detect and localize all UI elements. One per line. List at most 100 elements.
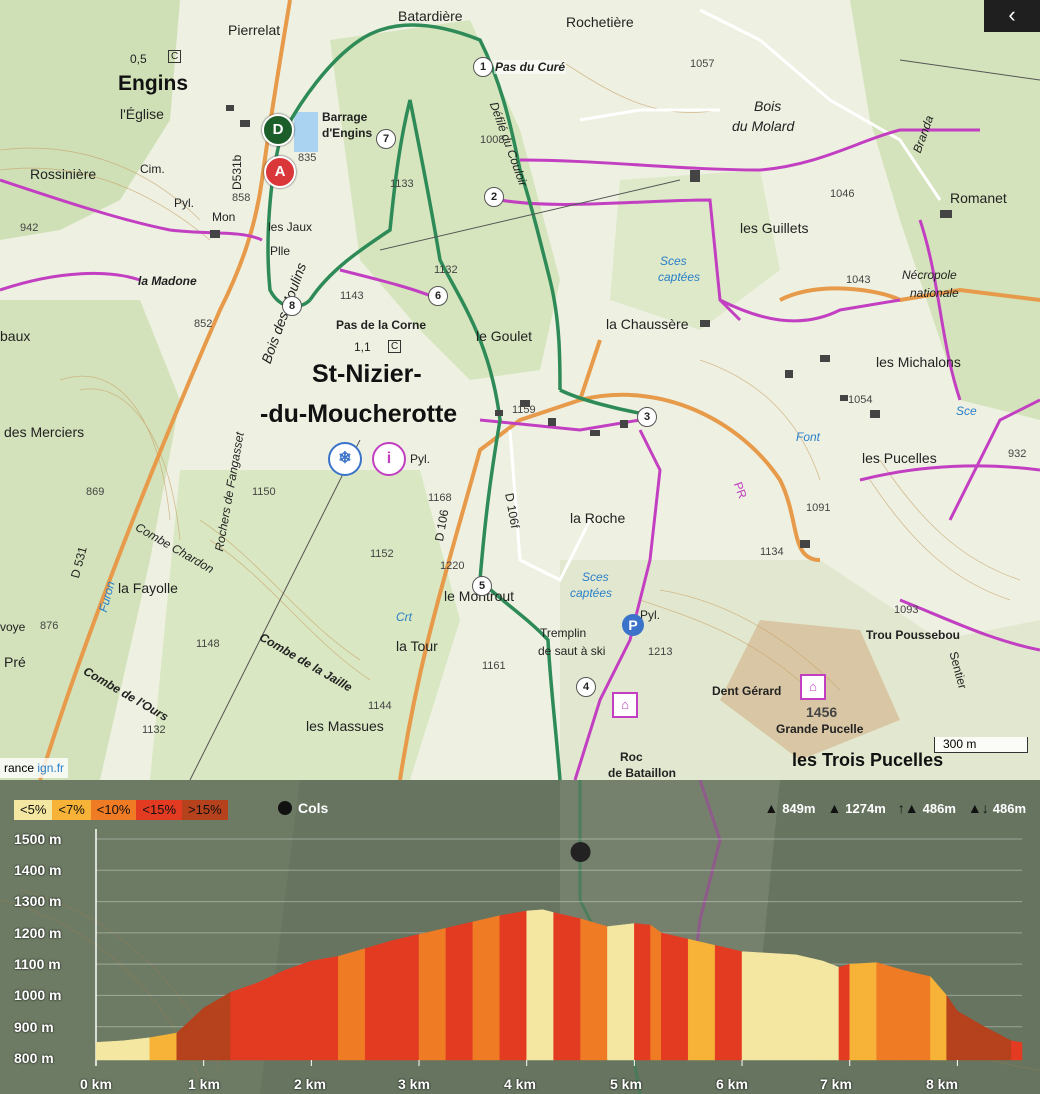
profile-segment[interactable] xyxy=(661,932,689,1061)
stat-value: 849m xyxy=(782,800,816,816)
elevation-chart[interactable] xyxy=(0,780,1040,1094)
profile-segment[interactable] xyxy=(553,912,581,1061)
y-tick-label: 1100 m xyxy=(14,956,61,972)
place-sces-captees-2a: Sces xyxy=(582,570,609,584)
profile-segment[interactable] xyxy=(230,982,258,1061)
waypoint-3[interactable]: 3 xyxy=(637,407,657,427)
profile-segment[interactable] xyxy=(687,938,716,1061)
profile-segment[interactable] xyxy=(957,1010,985,1061)
stat-value: 486m xyxy=(922,800,956,816)
finish-marker[interactable]: A xyxy=(264,156,296,188)
place-necropole-1: Nécropole xyxy=(902,268,957,282)
profile-segment[interactable] xyxy=(445,921,474,1061)
profile-segment[interactable] xyxy=(95,1040,124,1061)
back-button[interactable]: ‹ xyxy=(984,0,1040,32)
cols-legend: Cols xyxy=(278,800,328,816)
min-altitude-icon: ▲ xyxy=(764,800,779,816)
place-voye: voye xyxy=(0,620,26,634)
altitude: 1152 xyxy=(370,548,394,560)
profile-segment[interactable] xyxy=(499,910,527,1061)
scale-bar: 300 m xyxy=(934,737,1028,753)
col-dot-icon xyxy=(278,801,292,815)
profile-segment[interactable] xyxy=(338,948,366,1061)
profile-segment[interactable] xyxy=(822,960,840,1061)
profile-segment[interactable] xyxy=(418,927,447,1061)
waypoint-4[interactable]: 4 xyxy=(576,677,596,697)
profile-segment[interactable] xyxy=(580,918,608,1061)
place-eglise: l'Église xyxy=(120,106,164,122)
place-la-madone: la Madone xyxy=(138,274,197,288)
stat-value: 486m xyxy=(992,800,1026,816)
profile-segment[interactable] xyxy=(257,970,285,1061)
profile-segment[interactable] xyxy=(650,924,662,1061)
profile-segment[interactable] xyxy=(795,954,824,1061)
topographic-map[interactable]: Engins Pierrelat Batardière Rochetière P… xyxy=(0,0,1040,780)
app-root: Engins Pierrelat Batardière Rochetière P… xyxy=(0,0,1040,1094)
profile-segment[interactable] xyxy=(984,1026,1012,1061)
elevation-profile[interactable]: <5% <7% <10% <15% >15% Cols ▲ 849m ▲ 1274m… xyxy=(0,780,1040,1094)
summit-icon[interactable]: ⌂ xyxy=(800,674,826,700)
profile-segment[interactable] xyxy=(741,951,770,1061)
altitude: 1213 xyxy=(648,646,673,658)
waypoint-1[interactable]: 1 xyxy=(473,57,493,77)
profile-segment[interactable] xyxy=(311,956,339,1061)
place-st-nizier-line1: St-Nizier- xyxy=(312,360,422,388)
altitude: 835 xyxy=(298,152,317,164)
place-bois-du-molard-2: du Molard xyxy=(732,118,795,134)
waypoint-7[interactable]: 7 xyxy=(376,129,396,149)
place-cim-1: Cim. xyxy=(140,162,165,176)
profile-segment[interactable] xyxy=(472,915,501,1061)
profile-segment[interactable] xyxy=(607,923,635,1061)
place-crt: Crt xyxy=(396,610,412,624)
profile-segment[interactable] xyxy=(876,962,904,1061)
profile-segment[interactable] xyxy=(149,1032,178,1061)
ski-resort-icon[interactable]: ❄ xyxy=(328,442,362,476)
place-sces-captees-1a: Sces xyxy=(660,254,687,268)
place-rossiniere: Rossinière xyxy=(30,166,97,182)
place-le-goulet: le Goulet xyxy=(476,328,533,344)
ascent-icon: ↑▲ xyxy=(897,800,919,816)
profile-segment[interactable] xyxy=(903,970,931,1061)
profile-segment[interactable] xyxy=(176,1007,204,1061)
profile-segment[interactable] xyxy=(364,940,393,1061)
profile-segment[interactable] xyxy=(203,991,231,1061)
profile-segment[interactable] xyxy=(1010,1040,1023,1061)
attribution-prefix: rance xyxy=(4,761,38,775)
waypoint-8[interactable]: 8 xyxy=(282,296,302,316)
y-tick-label: 1500 m xyxy=(14,831,62,847)
altitude: 932 xyxy=(1008,448,1027,460)
place-trou-poussebou: Trou Poussebou xyxy=(866,628,961,642)
profile-segment[interactable] xyxy=(122,1037,151,1061)
cols-label: Cols xyxy=(298,800,329,816)
stat-max-altitude: ▲ 1274m xyxy=(827,800,885,816)
place-pyl-1: Pyl. xyxy=(174,196,195,210)
profile-segment[interactable] xyxy=(930,975,947,1061)
profile-segment[interactable] xyxy=(946,994,958,1061)
viewpoint-icon[interactable]: ⌂ xyxy=(612,692,638,718)
profile-segment[interactable] xyxy=(542,909,554,1061)
waypoint-2[interactable]: 2 xyxy=(484,187,504,207)
tourist-info-icon[interactable]: i xyxy=(372,442,406,476)
altitude: 1143 xyxy=(340,290,364,302)
profile-segment[interactable] xyxy=(838,963,850,1061)
profile-segment[interactable] xyxy=(714,945,743,1061)
start-marker[interactable]: D xyxy=(262,114,294,146)
profile-segment[interactable] xyxy=(634,923,651,1061)
profile-segment[interactable] xyxy=(768,952,797,1061)
col-marker[interactable] xyxy=(570,842,591,862)
waypoint-6[interactable]: 6 xyxy=(428,286,448,306)
profile-segment[interactable] xyxy=(284,960,312,1061)
attribution-link[interactable]: ign.fr xyxy=(37,761,64,775)
place-les-michalons: les Michalons xyxy=(876,354,961,370)
place-font: Font xyxy=(796,430,821,444)
legend-item-gt15: >15% xyxy=(182,800,228,820)
place-la-fayolle: la Fayolle xyxy=(118,580,178,596)
parking-icon[interactable]: P xyxy=(622,614,644,636)
altitude: 1046 xyxy=(830,188,855,200)
profile-segment[interactable] xyxy=(849,962,877,1061)
waypoint-5[interactable]: 5 xyxy=(472,576,492,596)
profile-segment[interactable] xyxy=(526,909,544,1061)
place-sces-captees-2b: captées xyxy=(570,586,613,600)
profile-segment[interactable] xyxy=(391,934,420,1061)
place-la-roche: la Roche xyxy=(570,510,626,526)
